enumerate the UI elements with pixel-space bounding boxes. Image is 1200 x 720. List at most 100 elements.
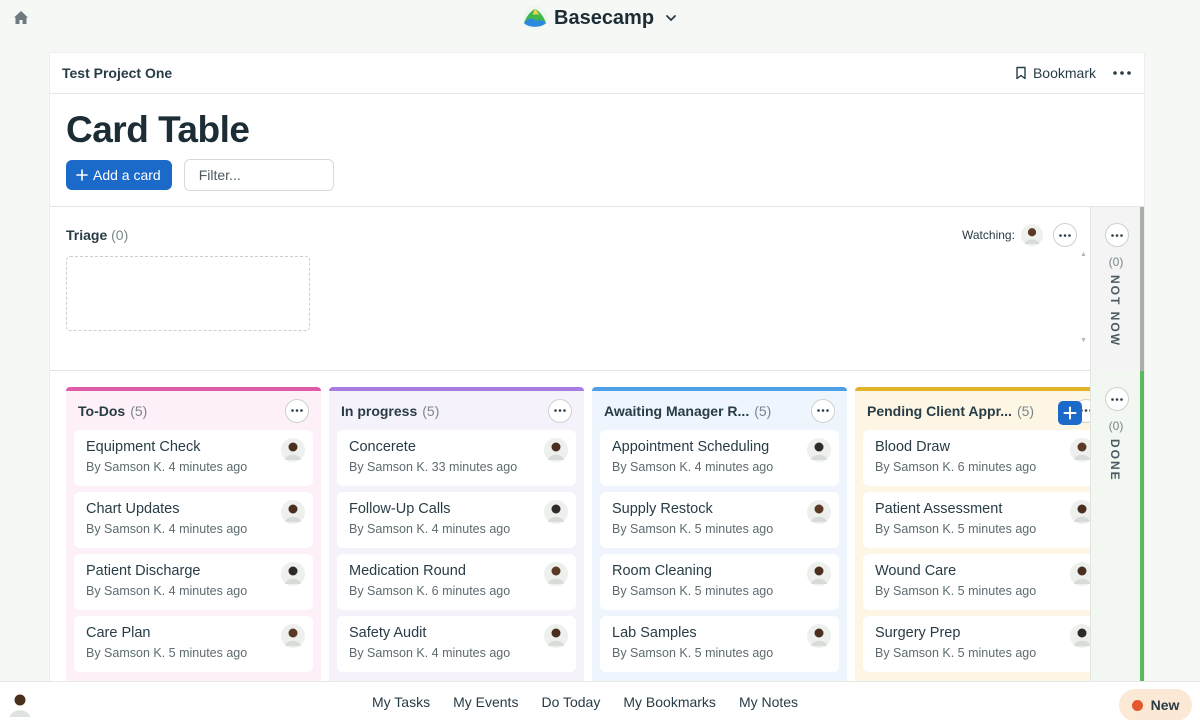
card-meta: By Samson K. 4 minutes ago	[349, 646, 511, 660]
project-more-button[interactable]	[1112, 63, 1132, 83]
column-title[interactable]: Pending Client Appr...	[867, 403, 1012, 419]
card-title: Medication Round	[349, 563, 466, 579]
avatar-icon	[807, 438, 831, 462]
card[interactable]: Chart Updates By Samson K. 4 minutes ago	[74, 492, 313, 548]
avatar-icon	[1070, 624, 1090, 648]
column-more-button[interactable]	[811, 398, 835, 423]
ellipsis-icon	[1113, 71, 1131, 75]
filter-input[interactable]	[183, 159, 334, 191]
triage-title-label: Triage	[66, 227, 108, 243]
triage-title: Triage (0)	[66, 227, 128, 243]
avatar-icon	[544, 500, 568, 524]
column-title[interactable]: To-Dos	[78, 403, 125, 419]
column-count: (5)	[130, 402, 148, 419]
plus-icon	[1063, 406, 1077, 420]
card-meta: By Samson K. 5 minutes ago	[612, 584, 774, 598]
column-title[interactable]: In progress	[341, 403, 417, 419]
watcher-avatar-icon[interactable]	[1020, 224, 1043, 246]
avatar-icon	[281, 438, 305, 462]
new-button[interactable]: New	[1119, 689, 1192, 720]
card[interactable]: Care Plan By Samson K. 5 minutes ago	[74, 616, 313, 672]
ellipsis-icon	[554, 409, 566, 412]
triage-more-button[interactable]	[1052, 223, 1077, 247]
column-in-progress: In progress (5) Concerete By Samson K. 33 m…	[329, 387, 584, 681]
card-meta: By Samson K. 5 minutes ago	[86, 646, 248, 660]
done-rail[interactable]: (0) DONE	[1090, 371, 1144, 681]
avatar-icon	[281, 562, 305, 586]
ellipsis-icon	[1059, 233, 1071, 237]
not-now-count: (0)	[1108, 255, 1124, 269]
avatar-icon	[544, 624, 568, 648]
bottom-nav: My Tasks My Events Do Today My Bookmarks…	[372, 682, 798, 720]
scroll-up-arrow-icon[interactable]: ▲	[1080, 251, 1087, 258]
done-more-button[interactable]	[1105, 387, 1129, 411]
column-pending-client: Pending Client Appr... (5) Blood Draw By Sa…	[855, 387, 1090, 681]
basecamp-logo-icon	[523, 6, 547, 30]
column-title[interactable]: Awaiting Manager R...	[604, 403, 749, 419]
brand-switcher[interactable]: Basecamp	[522, 5, 678, 31]
card-meta: By Samson K. 6 minutes ago	[349, 584, 511, 598]
card[interactable]: Blood Draw By Samson K. 6 minutes ago	[863, 430, 1090, 486]
new-dot-icon	[1131, 699, 1143, 711]
new-label: New	[1150, 697, 1180, 713]
nav-my-bookmarks[interactable]: My Bookmarks	[623, 694, 716, 710]
avatar-icon	[807, 500, 831, 524]
chevron-down-icon	[666, 15, 676, 22]
card[interactable]: Patient Assessment By Samson K. 5 minutes…	[863, 492, 1090, 548]
card-meta: By Samson K. 5 minutes ago	[612, 522, 774, 536]
card[interactable]: Supply Restock By Samson K. 5 minutes ago	[600, 492, 839, 548]
column-todos: To-Dos (5) Equipment Check By Samson K. 4 m…	[66, 387, 321, 681]
home-icon[interactable]	[12, 9, 30, 27]
my-avatar-icon[interactable]	[6, 690, 34, 718]
bookmark-label: Bookmark	[1032, 65, 1096, 81]
ellipsis-icon	[1111, 233, 1123, 237]
card-title: Lab Samples	[612, 625, 697, 641]
card[interactable]: Surgery Prep By Samson K. 5 minutes ago	[863, 616, 1090, 672]
nav-my-tasks[interactable]: My Tasks	[372, 694, 430, 710]
card[interactable]: Patient Discharge By Samson K. 4 minutes …	[74, 554, 313, 610]
not-now-more-button[interactable]	[1105, 223, 1129, 247]
card-meta: By Samson K. 5 minutes ago	[875, 584, 1037, 598]
card-title: Blood Draw	[875, 439, 950, 455]
avatar-icon	[544, 438, 568, 462]
scroll-down-arrow-icon[interactable]: ▼	[1080, 337, 1087, 344]
not-now-rail[interactable]: (0) NOT NOW	[1090, 207, 1144, 371]
triage-section: Triage (0) Watching: ▲ ▼	[50, 207, 1090, 371]
nav-my-events[interactable]: My Events	[453, 694, 518, 710]
title-area: Card Table Add a card	[50, 94, 1144, 207]
card[interactable]: Follow-Up Calls By Samson K. 4 minutes ag…	[337, 492, 576, 548]
card[interactable]: Lab Samples By Samson K. 5 minutes ago	[600, 616, 839, 672]
card-title: Wound Care	[875, 563, 957, 579]
ellipsis-icon	[817, 409, 829, 412]
card[interactable]: Medication Round By Samson K. 6 minutes a…	[337, 554, 576, 610]
card-title: Follow-Up Calls	[349, 501, 451, 517]
card-table-panel: Test Project One Bookmark Card Table Add…	[50, 53, 1144, 681]
triage-drop-zone[interactable]	[66, 256, 310, 331]
column-more-button[interactable]	[548, 398, 572, 423]
card-meta: By Samson K. 4 minutes ago	[86, 460, 248, 474]
card[interactable]: Appointment Scheduling By Samson K. 4 min…	[600, 430, 839, 486]
ellipsis-icon	[1111, 397, 1123, 401]
column-header: Pending Client Appr... (5)	[863, 391, 1090, 430]
card-title: Patient Discharge	[86, 563, 201, 579]
column-header: To-Dos (5)	[74, 391, 313, 430]
avatar-icon	[807, 562, 831, 586]
avatar-icon	[1070, 438, 1090, 462]
card[interactable]: Equipment Check By Samson K. 4 minutes ag…	[74, 430, 313, 486]
add-card-button[interactable]: Add a card	[66, 160, 172, 190]
card[interactable]: Wound Care By Samson K. 5 minutes ago	[863, 554, 1090, 610]
card[interactable]: Room Cleaning By Samson K. 5 minutes ago	[600, 554, 839, 610]
column-more-button[interactable]	[285, 398, 309, 423]
card-meta: By Samson K. 4 minutes ago	[86, 522, 248, 536]
panel-header: Test Project One Bookmark	[50, 53, 1144, 94]
bookmark-button[interactable]: Bookmark	[1015, 65, 1096, 81]
card[interactable]: Safety Audit By Samson K. 4 minutes ago	[337, 616, 576, 672]
card[interactable]: Concerete By Samson K. 33 minutes ago	[337, 430, 576, 486]
card-title: Care Plan	[86, 625, 151, 641]
add-column-button[interactable]	[1058, 401, 1082, 425]
nav-do-today[interactable]: Do Today	[541, 694, 600, 710]
project-name-link[interactable]: Test Project One	[62, 65, 172, 81]
nav-my-notes[interactable]: My Notes	[739, 694, 798, 710]
card-title: Supply Restock	[612, 501, 713, 517]
bottom-bar: My Tasks My Events Do Today My Bookmarks…	[0, 681, 1200, 720]
